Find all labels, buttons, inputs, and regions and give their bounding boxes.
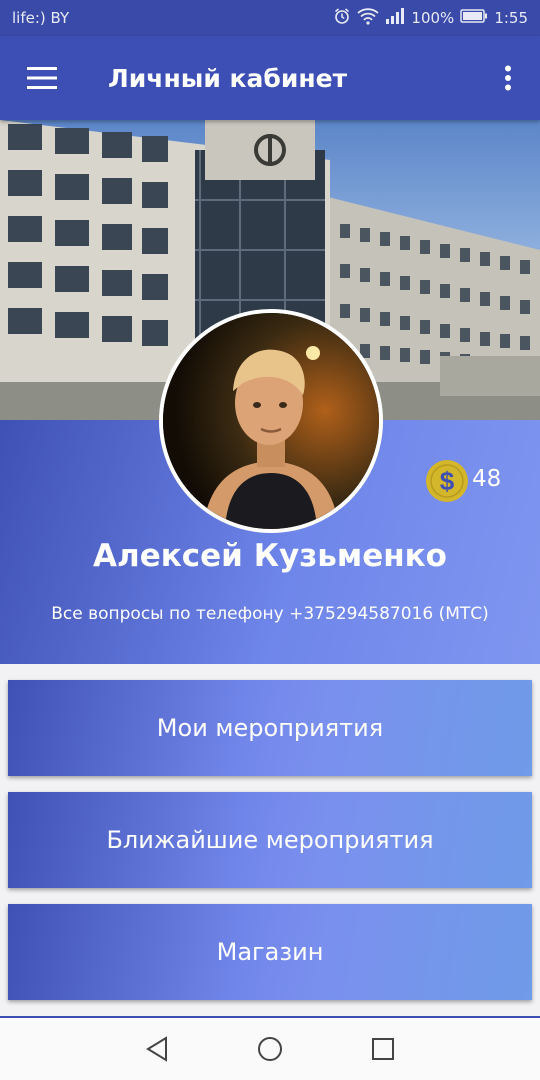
coin-balance: 48	[472, 466, 502, 492]
shop-button[interactable]: Магазин	[8, 904, 532, 1000]
more-vert-icon[interactable]	[476, 36, 540, 120]
upcoming-events-button[interactable]: Ближайшие мероприятия	[8, 792, 532, 888]
my-events-button[interactable]: Мои мероприятия	[8, 680, 532, 776]
app-bar: Личный кабинет	[0, 36, 540, 120]
battery-percent: 100%	[411, 9, 455, 27]
contact-info: Все вопросы по телефону +375294587016 (М…	[51, 604, 489, 624]
carrier-label: life:) BY	[12, 9, 70, 27]
hamburger-menu-icon[interactable]	[0, 36, 84, 120]
avatar[interactable]	[159, 309, 383, 533]
signal-icon	[385, 8, 405, 28]
svg-text:$: $	[440, 466, 455, 496]
home-icon[interactable]	[240, 1019, 300, 1079]
user-name: Алексей Кузьменко	[93, 538, 447, 574]
battery-icon	[460, 9, 488, 27]
status-indicators: 100% 1:55	[333, 7, 528, 29]
wifi-icon	[357, 7, 380, 29]
alarm-icon	[333, 7, 351, 29]
status-bar: life:) BY 100% 1:55	[0, 0, 540, 36]
back-icon[interactable]	[127, 1019, 187, 1079]
page-title: Личный кабинет	[108, 63, 348, 93]
clock: 1:55	[494, 9, 528, 27]
dollar-coin-icon: $	[426, 460, 468, 502]
system-nav-bar	[0, 1016, 540, 1080]
recents-icon[interactable]	[353, 1019, 413, 1079]
